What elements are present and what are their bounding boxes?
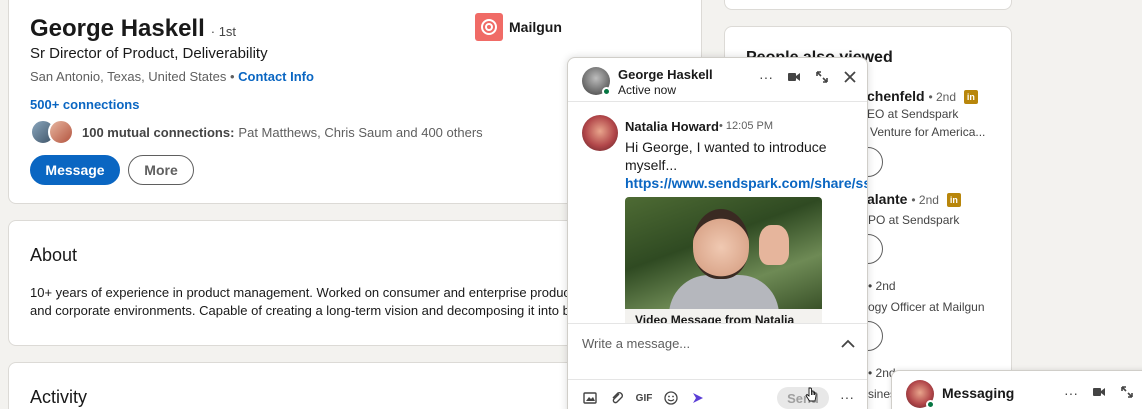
time-text: 12:05 PM: [725, 120, 774, 132]
more-options-icon[interactable]: ···: [840, 389, 854, 405]
profile-location: San Antonio, Texas, United States • Cont…: [30, 69, 314, 84]
chat-header[interactable]: George Haskell Active now ···: [568, 58, 867, 102]
profile-name: George Haskell: [30, 15, 205, 42]
video-call-icon[interactable]: [1092, 385, 1106, 402]
pav-degree: • 2nd: [868, 279, 896, 293]
mutual-names: Pat Matthews, Chris Saum and 400 others: [238, 124, 483, 140]
avatar[interactable]: [582, 115, 618, 151]
composer-toolbar: GIF Send ···: [568, 379, 867, 409]
pav-name-text: chenfeld: [867, 88, 925, 104]
pav-name-text: alante: [867, 191, 908, 207]
online-status-icon: [926, 400, 935, 409]
pav-subtitle: PO at Sendspark: [868, 213, 960, 227]
mutual-avatars: [30, 119, 74, 145]
name-row: George Haskell · 1st: [30, 15, 236, 43]
expand-icon[interactable]: [1120, 385, 1134, 402]
close-icon[interactable]: [843, 70, 857, 84]
pav-subtitle: EO at Sendspark: [867, 107, 959, 121]
connections-link[interactable]: 500+ connections: [30, 97, 139, 112]
messaging-bar-actions: ···: [1064, 385, 1134, 402]
send-button[interactable]: Send: [777, 387, 829, 409]
message-input[interactable]: [582, 336, 822, 351]
time-separator: •: [719, 120, 723, 132]
more-options-icon[interactable]: ···: [759, 69, 773, 85]
pav-subtitle: Venture for America...: [870, 125, 986, 139]
gif-icon[interactable]: GIF: [636, 390, 653, 406]
more-button[interactable]: More: [128, 155, 194, 185]
connection-degree: · 1st: [210, 24, 237, 39]
pav-person-name[interactable]: alante • 2nd in: [867, 191, 961, 208]
message-link[interactable]: https://www.sendspark.com/share/sst10mb2…: [625, 175, 867, 191]
expand-icon[interactable]: [815, 70, 829, 84]
chat-header-actions: ···: [759, 69, 857, 85]
message-time: • 12:05 PM: [719, 120, 773, 132]
message-button[interactable]: Message: [30, 155, 120, 185]
avatar: [48, 119, 74, 145]
more-options-icon[interactable]: ···: [1064, 385, 1078, 402]
chat-window: George Haskell Active now ··· Natalia Ho…: [567, 57, 868, 409]
linkedin-premium-icon: in: [963, 90, 978, 105]
about-title: About: [30, 245, 78, 265]
sidebar-card-top: [724, 0, 1012, 10]
current-company[interactable]: Mailgun: [475, 13, 562, 41]
chat-contact-status: Active now: [618, 83, 677, 97]
message-sender[interactable]: Natalia Howard: [625, 119, 719, 134]
message-composer: [568, 323, 867, 379]
linkedin-premium-icon: in: [946, 193, 961, 208]
profile-actions: Message More: [30, 155, 194, 185]
mailgun-logo-icon: [475, 13, 503, 41]
attachment-icon[interactable]: [609, 390, 625, 406]
messaging-bar[interactable]: Messaging ···: [891, 370, 1142, 409]
pav-subtitle: ogy Officer at Mailgun: [868, 300, 985, 314]
video-call-icon[interactable]: [787, 70, 801, 84]
message-body: Hi George, I wanted to introduce myself.…: [625, 138, 867, 192]
contact-info-link[interactable]: Contact Info: [238, 69, 314, 84]
chat-contact-name[interactable]: George Haskell: [618, 67, 713, 82]
message-text: Hi George, I wanted to introduce myself.…: [625, 139, 827, 173]
chevron-up-icon[interactable]: [841, 336, 855, 352]
activity-title: Activity: [30, 387, 88, 407]
video-person-hand: [759, 225, 789, 265]
location-separator: •: [226, 69, 239, 84]
video-thumbnail[interactable]: [625, 197, 822, 309]
pav-person-name[interactable]: chenfeld • 2nd in: [867, 88, 978, 105]
online-status-icon: [602, 87, 611, 96]
mutual-connections[interactable]: 100 mutual connections: Pat Matthews, Ch…: [30, 119, 483, 145]
about-text: 10+ years of experience in product manag…: [30, 285, 584, 318]
hand-cursor-icon: [805, 387, 817, 402]
video-person-body: [669, 275, 779, 309]
image-icon[interactable]: [582, 390, 598, 406]
location-text: San Antonio, Texas, United States: [30, 69, 227, 84]
mutual-count: 100 mutual connections:: [82, 124, 235, 140]
messaging-label[interactable]: Messaging: [942, 385, 1014, 401]
emoji-icon[interactable]: [663, 390, 679, 406]
sendspark-icon[interactable]: [690, 390, 706, 406]
toolbar-icons: GIF: [582, 390, 706, 406]
pav-degree: • 2nd: [911, 193, 939, 207]
video-person-face: [693, 209, 749, 279]
profile-headline: Sr Director of Product, Deliverability: [30, 45, 268, 62]
pav-degree: • 2nd: [928, 90, 957, 104]
company-name: Mailgun: [509, 19, 562, 35]
